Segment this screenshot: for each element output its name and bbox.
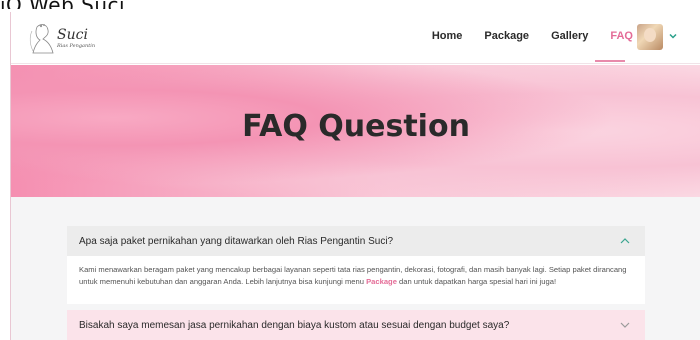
chevron-up-icon[interactable] [619,236,631,246]
nav-package[interactable]: Package [484,30,529,42]
nav-faq[interactable]: FAQ [610,30,633,42]
faq-question-text: Bisakah saya memesan jasa pernikahan den… [79,319,510,331]
hero-banner: FAQ Question [11,65,700,197]
package-link[interactable]: Package [366,277,397,286]
faq-question-1[interactable]: Apa saja paket pernikahan yang ditawarka… [67,226,645,256]
chevron-down-icon[interactable] [619,320,631,330]
window-title: iQ Web Suci [0,0,125,9]
nav-home[interactable]: Home [432,30,463,42]
faq-answer-text-end: dan untuk dapatkan harga spesial hari in… [396,277,557,286]
page-frame: Suci Rias Pengantin Home Package Gallery… [10,12,700,340]
faq-item: Bisakah saya memesan jasa pernikahan den… [67,310,645,340]
faq-item: Apa saja paket pernikahan yang ditawarka… [67,226,645,304]
faq-answer-1: Kami menawarkan beragam paket yang menca… [67,256,645,304]
navbar: Suci Rias Pengantin Home Package Gallery… [11,12,700,64]
user-avatar[interactable] [637,24,663,50]
logo-subtext: Rias Pengantin [57,43,96,49]
brand-logo[interactable]: Suci Rias Pengantin [27,21,127,55]
logo-text: Suci [57,27,88,43]
page-title: FAQ Question [242,109,470,144]
faq-question-2[interactable]: Bisakah saya memesan jasa pernikahan den… [67,310,645,340]
main-nav: Home Package Gallery FAQ [432,30,633,42]
nav-gallery[interactable]: Gallery [551,30,588,42]
chevron-down-icon[interactable] [668,31,678,41]
faq-question-text: Apa saja paket pernikahan yang ditawarka… [79,235,394,247]
bride-silhouette-icon [29,24,54,54]
nav-active-indicator [595,60,625,62]
